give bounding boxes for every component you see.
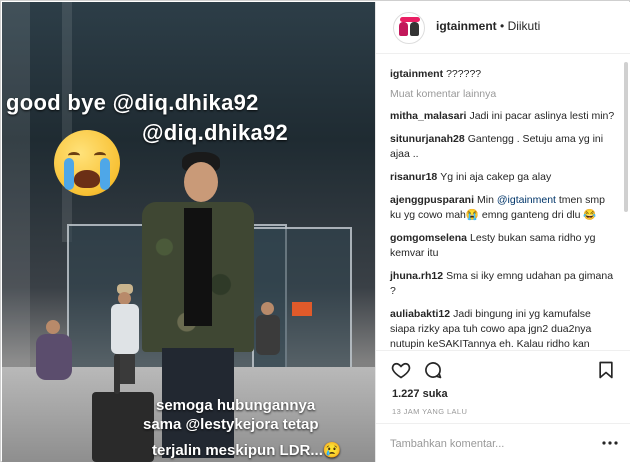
comment-user[interactable]: jhuna.rh12 (390, 270, 443, 282)
action-bar (376, 350, 630, 384)
caption-text: ?????? (446, 68, 482, 80)
comment-item: jhuna.rh12 Sma si iky emng udahan pa gima… (390, 269, 616, 299)
story-caption-line2: @diq.dhika92 (142, 120, 289, 145)
comment-item: risanur18 Yg ini aja cakep ga alay (390, 170, 616, 185)
comment-user[interactable]: risanur18 (390, 171, 437, 183)
comment-mention[interactable]: @igtainment (497, 194, 556, 206)
timestamp[interactable]: 13 JAM YANG LALU (392, 407, 467, 416)
comments-scrollbar[interactable] (624, 62, 628, 212)
post-sidebar: igtainment • Diikuti igtainment?????? Mu… (375, 2, 630, 462)
comment-text: Min (477, 194, 494, 206)
crying-face-icon (54, 130, 120, 196)
comment-item: ajenggpusparani Min @igtainment tmen smp … (390, 193, 616, 223)
comment-user[interactable]: gomgomselena (390, 232, 467, 244)
comment-item: gomgomselena Lesty bukan sama ridho yg ke… (390, 231, 616, 261)
comment-text: Jadi ini pacar aslinya lesti min? (469, 110, 615, 122)
story-caption-line1: good bye @diq.dhika92 (6, 90, 259, 115)
comment-user[interactable]: auliabakti12 (390, 308, 450, 320)
comments-list: igtainment?????? Muat komentar lainnya m… (376, 54, 630, 349)
comment-user[interactable]: ajenggpusparani (390, 194, 474, 206)
header-separator: • (500, 19, 505, 33)
add-comment-input[interactable] (390, 436, 600, 452)
story-text-line1: semoga hubungannya (156, 397, 316, 414)
header-user: igtainment • Diikuti (436, 19, 540, 33)
more-dots-icon[interactable] (602, 440, 618, 446)
comment-icon[interactable] (423, 360, 443, 380)
load-more-comments[interactable]: Muat komentar lainnya (390, 88, 616, 100)
comment-item: auliabakti12 Jadi bingung ini yg kamufals… (390, 307, 616, 349)
story-text-line3: terjalin meskipun LDR...😢 (152, 442, 342, 459)
comment-text: Yg ini aja cakep ga alay (440, 171, 552, 183)
username-link[interactable]: igtainment (436, 19, 497, 33)
avatar[interactable] (393, 12, 425, 44)
caption-user[interactable]: igtainment (390, 68, 443, 80)
exit-sign (292, 302, 312, 316)
comment-item: mitha_malasari Jadi ini pacar aslinya les… (390, 109, 616, 124)
post-photo[interactable]: good bye @diq.dhika92 @diq.dhika92 semog… (2, 2, 375, 462)
follow-status[interactable]: Diikuti (508, 19, 541, 33)
instagram-post-window: good bye @diq.dhika92 @diq.dhika92 semog… (0, 0, 630, 462)
building-column (2, 2, 30, 382)
caption: igtainment?????? (390, 67, 616, 82)
suitcase-handle (114, 354, 120, 394)
comment-user[interactable]: situnurjanah28 (390, 133, 465, 145)
building-column (62, 2, 72, 242)
like-count[interactable]: 1.227 suka (392, 388, 448, 400)
comment-user[interactable]: mitha_malasari (390, 110, 466, 122)
heart-icon[interactable] (391, 360, 411, 380)
bookmark-icon[interactable] (596, 360, 616, 380)
add-comment-bar (376, 423, 630, 462)
comment-item: situnurjanah28 Gantengg . Setuju ama yg i… (390, 132, 616, 162)
post-header: igtainment • Diikuti (376, 2, 630, 54)
story-text-line2: sama @lestykejora tetap (143, 416, 319, 433)
background-person (32, 320, 78, 380)
